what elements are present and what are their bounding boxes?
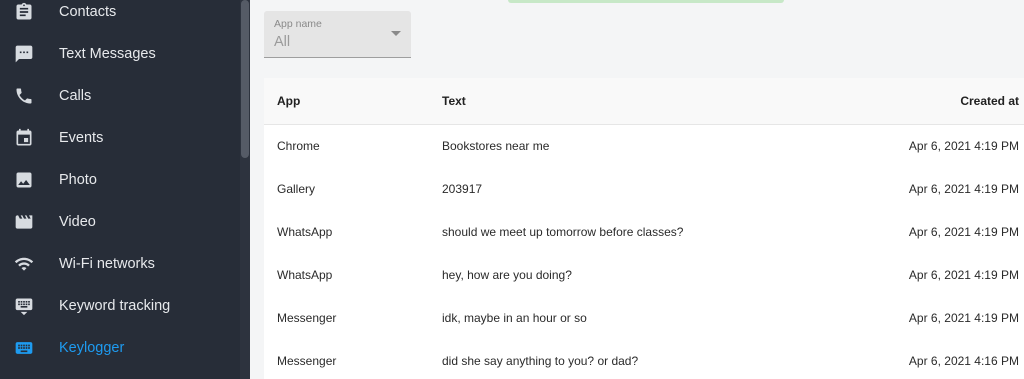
cell-text: Bookstores near me xyxy=(442,139,550,153)
cell-created-at: Apr 6, 2021 4:19 PM xyxy=(908,182,1019,196)
photo-icon xyxy=(14,170,34,190)
calendar-icon xyxy=(14,128,34,148)
sidebar-item-events[interactable]: Events xyxy=(0,117,240,159)
sidebar-item-video[interactable]: Video xyxy=(0,201,240,243)
sidebar-item-text-messages[interactable]: Text Messages xyxy=(0,33,240,75)
select-value: All xyxy=(274,34,291,50)
cell-app: Messenger xyxy=(277,311,337,325)
table-row[interactable]: Chrome Bookstores near me Apr 6, 2021 4:… xyxy=(264,125,1024,169)
table-row[interactable]: WhatsApp hey, how are you doing? Apr 6, … xyxy=(264,254,1024,298)
main-content: App name All App Text Created at Chrome … xyxy=(250,0,1024,379)
table-row[interactable]: Messenger did she say anything to you? o… xyxy=(264,340,1024,379)
cell-app: Gallery xyxy=(277,182,316,196)
table-row[interactable]: Messenger idk, maybe in an hour or so Ap… xyxy=(264,297,1024,341)
cell-app: Chrome xyxy=(277,139,320,153)
sidebar: Contacts Text Messages Calls Events Phot… xyxy=(0,0,250,379)
cell-text: 203917 xyxy=(442,182,483,196)
sidebar-item-label: Keyword tracking xyxy=(59,298,171,314)
chevron-down-icon xyxy=(391,31,401,36)
sidebar-item-keyword-tracking[interactable]: Keyword tracking xyxy=(0,285,240,327)
cell-created-at: Apr 6, 2021 4:19 PM xyxy=(908,311,1019,325)
table-row[interactable]: Gallery 203917 Apr 6, 2021 4:19 PM xyxy=(264,168,1024,212)
column-header-created-at[interactable]: Created at xyxy=(960,94,1019,108)
keyboard-icon xyxy=(14,338,34,358)
table-header: App Text Created at xyxy=(264,78,1024,125)
cell-created-at: Apr 6, 2021 4:19 PM xyxy=(908,225,1019,239)
sidebar-item-label: Video xyxy=(59,214,96,230)
sidebar-item-label: Wi-Fi networks xyxy=(59,256,155,272)
notification-bar xyxy=(508,0,784,3)
cell-text: did she say anything to you? or dad? xyxy=(442,354,639,368)
sidebar-item-label: Text Messages xyxy=(59,46,156,62)
sidebar-item-calls[interactable]: Calls xyxy=(0,75,240,117)
sidebar-item-label: Photo xyxy=(59,172,97,188)
app-name-select[interactable]: App name All xyxy=(264,11,411,58)
contacts-clipboard-icon xyxy=(14,2,34,22)
keyboard-icon xyxy=(14,296,34,316)
column-header-app[interactable]: App xyxy=(277,94,300,108)
cell-text: idk, maybe in an hour or so xyxy=(442,311,587,325)
phone-icon xyxy=(14,86,34,106)
cell-text: should we meet up tomorrow before classe… xyxy=(442,225,684,239)
cell-created-at: Apr 6, 2021 4:19 PM xyxy=(908,139,1019,153)
keylogger-table: App Text Created at Chrome Bookstores ne… xyxy=(264,78,1024,379)
cell-app: WhatsApp xyxy=(277,268,333,282)
cell-text: hey, how are you doing? xyxy=(442,268,572,282)
column-header-text[interactable]: Text xyxy=(442,94,466,108)
sidebar-item-wifi-networks[interactable]: Wi-Fi networks xyxy=(0,243,240,285)
sidebar-item-label: Contacts xyxy=(59,4,117,20)
sidebar-item-label: Events xyxy=(59,130,104,146)
cell-created-at: Apr 6, 2021 4:19 PM xyxy=(908,268,1019,282)
sidebar-item-photo[interactable]: Photo xyxy=(0,159,240,201)
cell-created-at: Apr 6, 2021 4:16 PM xyxy=(908,354,1019,368)
select-label: App name xyxy=(274,18,322,30)
sidebar-scrollbar-thumb[interactable] xyxy=(241,0,249,158)
table-row[interactable]: WhatsApp should we meet up tomorrow befo… xyxy=(264,211,1024,255)
wifi-icon xyxy=(14,254,34,274)
video-icon xyxy=(14,212,34,232)
cell-app: WhatsApp xyxy=(277,225,333,239)
sidebar-item-contacts[interactable]: Contacts xyxy=(0,0,240,33)
sidebar-item-label: Keylogger xyxy=(59,340,125,356)
sidebar-item-label: Calls xyxy=(59,88,92,104)
sidebar-item-keylogger[interactable]: Keylogger xyxy=(0,327,240,369)
cell-app: Messenger xyxy=(277,354,337,368)
message-icon xyxy=(14,44,34,64)
